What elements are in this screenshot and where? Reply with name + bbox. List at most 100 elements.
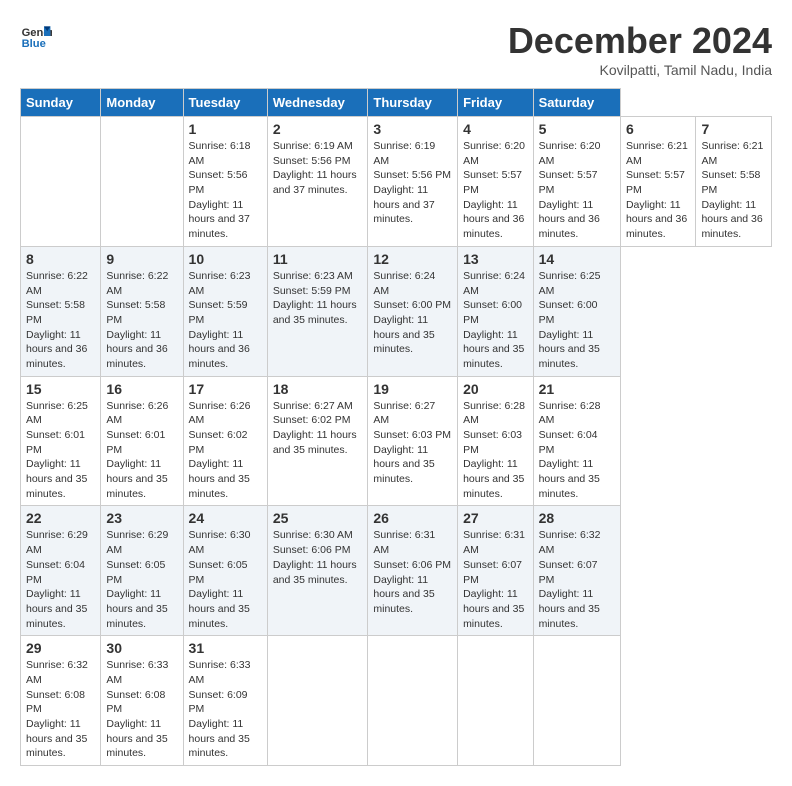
- calendar-cell: 27 Sunrise: 6:31 AMSunset: 6:07 PMDayligh…: [458, 506, 534, 636]
- calendar-week-row: 1Sunrise: 6:18 AMSunset: 5:56 PMDaylight…: [21, 117, 772, 247]
- day-number: 30: [106, 640, 177, 656]
- calendar-cell: 10 Sunrise: 6:23 AMSunset: 5:59 PMDayligh…: [183, 246, 267, 376]
- day-number: 16: [106, 381, 177, 397]
- calendar-cell: 18Sunrise: 6:27 AMSunset: 6:02 PMDayligh…: [267, 376, 368, 506]
- day-number: 7: [701, 121, 766, 137]
- day-number: 4: [463, 121, 528, 137]
- day-info: Sunrise: 6:30 AMSunset: 6:05 PMDaylight:…: [189, 528, 262, 631]
- day-number: 18: [273, 381, 363, 397]
- day-number: 31: [189, 640, 262, 656]
- day-number: 5: [539, 121, 615, 137]
- calendar-cell: [101, 117, 183, 247]
- location: Kovilpatti, Tamil Nadu, India: [508, 62, 772, 78]
- calendar-cell: [368, 636, 458, 766]
- day-info: Sunrise: 6:28 AMSunset: 6:04 PMDaylight:…: [539, 399, 615, 502]
- day-info: Sunrise: 6:23 AMSunset: 5:59 PMDaylight:…: [273, 269, 363, 328]
- day-number: 27: [463, 510, 528, 526]
- calendar-week-row: 8 Sunrise: 6:22 AMSunset: 5:58 PMDaylight…: [21, 246, 772, 376]
- calendar-cell: 11 Sunrise: 6:23 AMSunset: 5:59 PMDayligh…: [267, 246, 368, 376]
- calendar-cell: 14Sunrise: 6:25 AMSunset: 6:00 PMDayligh…: [533, 246, 620, 376]
- calendar-cell: [267, 636, 368, 766]
- calendar-cell: [21, 117, 101, 247]
- calendar-cell: 7 Sunrise: 6:21 AMSunset: 5:58 PMDaylight…: [696, 117, 772, 247]
- title-block: December 2024 Kovilpatti, Tamil Nadu, In…: [508, 20, 772, 78]
- calendar-cell: 3 Sunrise: 6:19 AMSunset: 5:56 PMDaylight…: [368, 117, 458, 247]
- calendar-cell: 28Sunrise: 6:32 AMSunset: 6:07 PMDayligh…: [533, 506, 620, 636]
- page-header: General Blue December 2024 Kovilpatti, T…: [20, 20, 772, 78]
- day-info: Sunrise: 6:31 AMSunset: 6:07 PMDaylight:…: [463, 528, 528, 631]
- day-info: Sunrise: 6:19 AMSunset: 5:56 PMDaylight:…: [373, 139, 452, 227]
- day-info: Sunrise: 6:21 AMSunset: 5:58 PMDaylight:…: [701, 139, 766, 242]
- calendar-cell: [533, 636, 620, 766]
- calendar-cell: 21 Sunrise: 6:28 AMSunset: 6:04 PMDayligh…: [533, 376, 620, 506]
- day-info: Sunrise: 6:20 AMSunset: 5:57 PMDaylight:…: [539, 139, 615, 242]
- calendar-cell: 20 Sunrise: 6:28 AMSunset: 6:03 PMDayligh…: [458, 376, 534, 506]
- day-number: 10: [189, 251, 262, 267]
- calendar-cell: 22 Sunrise: 6:29 AMSunset: 6:04 PMDayligh…: [21, 506, 101, 636]
- calendar-cell: 1Sunrise: 6:18 AMSunset: 5:56 PMDaylight…: [183, 117, 267, 247]
- day-number: 19: [373, 381, 452, 397]
- calendar-week-row: 15 Sunrise: 6:25 AMSunset: 6:01 PMDayligh…: [21, 376, 772, 506]
- logo: General Blue: [20, 20, 52, 52]
- calendar-cell: 17Sunrise: 6:26 AMSunset: 6:02 PMDayligh…: [183, 376, 267, 506]
- calendar-cell: 23 Sunrise: 6:29 AMSunset: 6:05 PMDayligh…: [101, 506, 183, 636]
- day-info: Sunrise: 6:20 AMSunset: 5:57 PMDaylight:…: [463, 139, 528, 242]
- day-info: Sunrise: 6:24 AMSunset: 6:00 PMDaylight:…: [463, 269, 528, 372]
- calendar-cell: 4 Sunrise: 6:20 AMSunset: 5:57 PMDaylight…: [458, 117, 534, 247]
- calendar-cell: 12 Sunrise: 6:24 AMSunset: 6:00 PMDayligh…: [368, 246, 458, 376]
- day-info: Sunrise: 6:29 AMSunset: 6:05 PMDaylight:…: [106, 528, 177, 631]
- day-number: 25: [273, 510, 363, 526]
- day-info: Sunrise: 6:32 AMSunset: 6:07 PMDaylight:…: [539, 528, 615, 631]
- day-number: 2: [273, 121, 363, 137]
- day-header-saturday: Saturday: [533, 89, 620, 117]
- calendar-cell: 30 Sunrise: 6:33 AMSunset: 6:08 PMDayligh…: [101, 636, 183, 766]
- day-info: Sunrise: 6:31 AMSunset: 6:06 PMDaylight:…: [373, 528, 452, 616]
- day-number: 6: [626, 121, 691, 137]
- calendar-cell: 29Sunrise: 6:32 AMSunset: 6:08 PMDayligh…: [21, 636, 101, 766]
- day-number: 11: [273, 251, 363, 267]
- calendar-cell: 25 Sunrise: 6:30 AMSunset: 6:06 PMDayligh…: [267, 506, 368, 636]
- day-number: 20: [463, 381, 528, 397]
- calendar-body: 1Sunrise: 6:18 AMSunset: 5:56 PMDaylight…: [21, 117, 772, 766]
- day-header-monday: Monday: [101, 89, 183, 117]
- calendar-cell: 8 Sunrise: 6:22 AMSunset: 5:58 PMDaylight…: [21, 246, 101, 376]
- day-number: 3: [373, 121, 452, 137]
- day-info: Sunrise: 6:21 AMSunset: 5:57 PMDaylight:…: [626, 139, 691, 242]
- calendar-cell: 15 Sunrise: 6:25 AMSunset: 6:01 PMDayligh…: [21, 376, 101, 506]
- day-info: Sunrise: 6:28 AMSunset: 6:03 PMDaylight:…: [463, 399, 528, 502]
- day-header-thursday: Thursday: [368, 89, 458, 117]
- calendar-week-row: 22 Sunrise: 6:29 AMSunset: 6:04 PMDayligh…: [21, 506, 772, 636]
- day-number: 8: [26, 251, 95, 267]
- day-header-tuesday: Tuesday: [183, 89, 267, 117]
- day-info: Sunrise: 6:22 AMSunset: 5:58 PMDaylight:…: [26, 269, 95, 372]
- day-info: Sunrise: 6:25 AMSunset: 6:00 PMDaylight:…: [539, 269, 615, 372]
- day-number: 29: [26, 640, 95, 656]
- day-number: 15: [26, 381, 95, 397]
- day-info: Sunrise: 6:33 AMSunset: 6:08 PMDaylight:…: [106, 658, 177, 761]
- day-number: 12: [373, 251, 452, 267]
- day-header-friday: Friday: [458, 89, 534, 117]
- day-info: Sunrise: 6:25 AMSunset: 6:01 PMDaylight:…: [26, 399, 95, 502]
- calendar-week-row: 29Sunrise: 6:32 AMSunset: 6:08 PMDayligh…: [21, 636, 772, 766]
- calendar-cell: 13Sunrise: 6:24 AMSunset: 6:00 PMDayligh…: [458, 246, 534, 376]
- day-header-wednesday: Wednesday: [267, 89, 368, 117]
- day-number: 17: [189, 381, 262, 397]
- day-info: Sunrise: 6:24 AMSunset: 6:00 PMDaylight:…: [373, 269, 452, 357]
- day-info: Sunrise: 6:29 AMSunset: 6:04 PMDaylight:…: [26, 528, 95, 631]
- day-number: 23: [106, 510, 177, 526]
- calendar-cell: [458, 636, 534, 766]
- calendar-table: SundayMondayTuesdayWednesdayThursdayFrid…: [20, 88, 772, 766]
- day-number: 22: [26, 510, 95, 526]
- calendar-header-row: SundayMondayTuesdayWednesdayThursdayFrid…: [21, 89, 772, 117]
- day-info: Sunrise: 6:23 AMSunset: 5:59 PMDaylight:…: [189, 269, 262, 372]
- day-header-sunday: Sunday: [21, 89, 101, 117]
- calendar-cell: 5 Sunrise: 6:20 AMSunset: 5:57 PMDaylight…: [533, 117, 620, 247]
- day-number: 24: [189, 510, 262, 526]
- calendar-cell: 9Sunrise: 6:22 AMSunset: 5:58 PMDaylight…: [101, 246, 183, 376]
- month-title: December 2024: [508, 20, 772, 62]
- day-info: Sunrise: 6:19 AMSunset: 5:56 PMDaylight:…: [273, 139, 363, 198]
- day-number: 21: [539, 381, 615, 397]
- day-number: 9: [106, 251, 177, 267]
- day-info: Sunrise: 6:30 AMSunset: 6:06 PMDaylight:…: [273, 528, 363, 587]
- calendar-cell: 26Sunrise: 6:31 AMSunset: 6:06 PMDayligh…: [368, 506, 458, 636]
